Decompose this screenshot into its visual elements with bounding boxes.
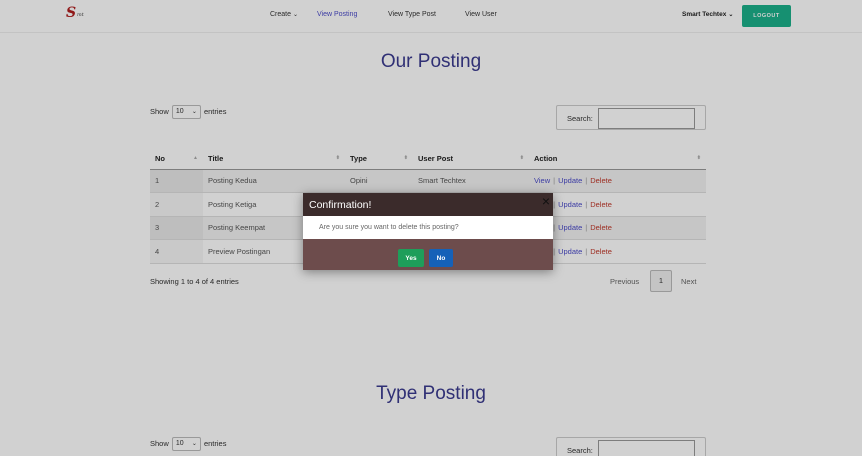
dialog-title: Confirmation!	[309, 199, 372, 211]
dialog-header: Confirmation! ×	[303, 193, 553, 216]
yes-button[interactable]: Yes	[398, 249, 424, 267]
dialog-message: Are you sure you want to delete this pos…	[319, 224, 459, 231]
close-icon[interactable]: ×	[542, 193, 550, 209]
confirmation-dialog: Confirmation! × Are you sure you want to…	[303, 193, 553, 270]
dialog-body: Are you sure you want to delete this pos…	[303, 216, 553, 239]
no-button[interactable]: No	[429, 249, 453, 267]
